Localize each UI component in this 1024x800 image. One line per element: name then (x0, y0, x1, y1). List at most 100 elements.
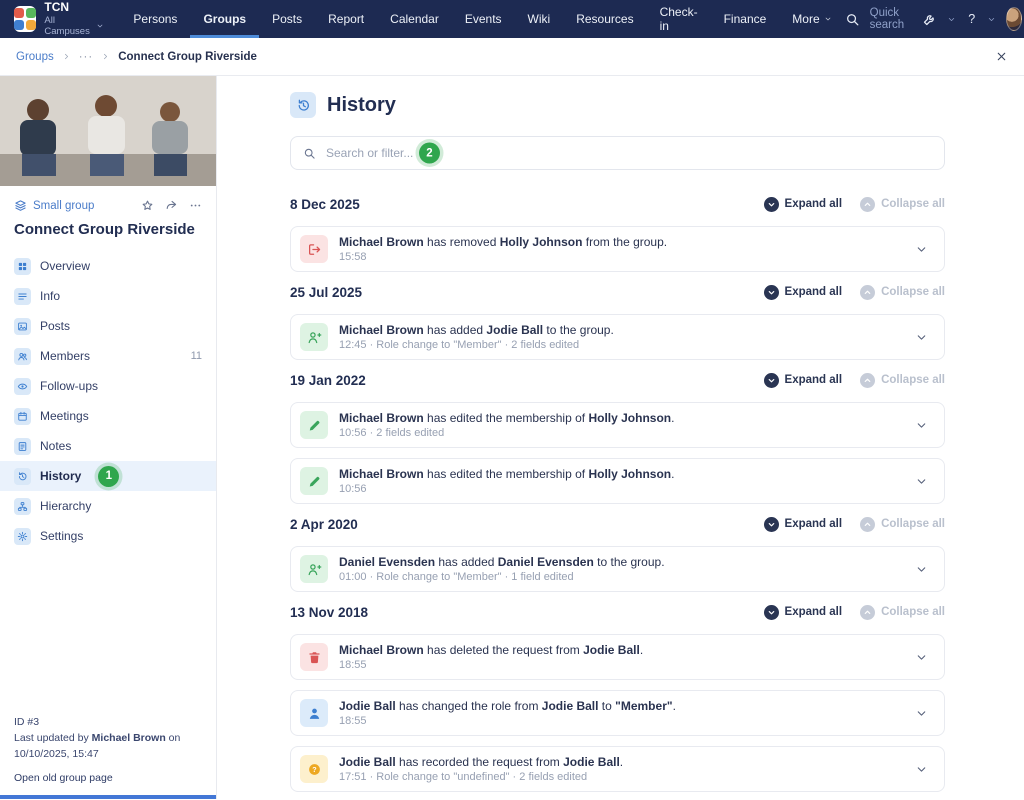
chevron-down-icon[interactable] (915, 475, 928, 488)
person-add-icon (300, 555, 328, 583)
topnav-item-check-in[interactable]: Check-in (647, 0, 711, 38)
sidebar-item-label: Info (40, 289, 60, 303)
history-icon (14, 468, 31, 485)
expand-all-button[interactable]: Expand all (764, 285, 843, 300)
topnav-item-more[interactable]: More (779, 0, 844, 38)
circle-chevron-up-icon (860, 605, 875, 620)
small-group-icon (14, 199, 27, 212)
topnav-item-calendar[interactable]: Calendar (377, 0, 452, 38)
ellipsis-icon[interactable] (189, 199, 202, 212)
circle-chevron-down-icon (764, 197, 779, 212)
group-type-row: Small group (0, 186, 216, 212)
chevron-down-icon[interactable] (915, 651, 928, 664)
pencil-icon (300, 411, 328, 439)
sidebar-nav: Overview Info PostsMembers11Follow-ups Meet… (0, 251, 216, 551)
expand-all-button[interactable]: Expand all (764, 517, 843, 532)
expand-all-button[interactable]: Expand all (764, 373, 843, 388)
date-group-controls: Expand all Collapse all (764, 373, 945, 388)
star-icon[interactable] (141, 199, 154, 212)
sidebar-item-meetings[interactable]: Meetings (0, 401, 216, 431)
share-icon[interactable] (165, 199, 178, 212)
sidebar-item-overview[interactable]: Overview (0, 251, 216, 281)
expand-all-label: Expand all (785, 374, 843, 386)
history-entry[interactable]: Daniel Evensden has added Daniel Evensde… (290, 546, 945, 592)
sidebar-item-info[interactable]: Info (0, 281, 216, 311)
chevron-down-icon[interactable] (915, 763, 928, 776)
topnav-item-events[interactable]: Events (452, 0, 515, 38)
history-entry[interactable]: Michael Brown has removed Holly Johnson … (290, 226, 945, 272)
collapse-all-button[interactable]: Collapse all (860, 373, 945, 388)
sidebar-item-label: Overview (40, 259, 90, 273)
topnav-item-posts[interactable]: Posts (259, 0, 315, 38)
sidebar-item-follow-ups[interactable]: Follow-ups (0, 371, 216, 401)
topnav-item-wiki[interactable]: Wiki (515, 0, 564, 38)
chevron-down-icon[interactable] (915, 331, 928, 344)
chevron-down-icon[interactable] (987, 15, 996, 24)
help-button[interactable]: ? (966, 12, 977, 26)
topnav-item-report[interactable]: Report (315, 0, 377, 38)
collapse-all-button[interactable]: Collapse all (860, 285, 945, 300)
chevron-down-icon[interactable] (947, 15, 956, 24)
circle-chevron-down-icon (764, 373, 779, 388)
collapse-all-button[interactable]: Collapse all (860, 197, 945, 212)
entry-text: Michael Brown has deleted the request fr… (339, 643, 643, 671)
campus-selector[interactable]: All Campuses (44, 15, 104, 37)
user-avatar[interactable] (1006, 7, 1022, 31)
date-group-controls: Expand all Collapse all (764, 285, 945, 300)
sidebar-item-posts[interactable]: Posts (0, 311, 216, 341)
chevron-down-icon[interactable] (915, 243, 928, 256)
history-entry[interactable]: Michael Brown has edited the membership … (290, 402, 945, 448)
entry-text: Michael Brown has removed Holly Johnson … (339, 235, 667, 263)
topnav-item-persons[interactable]: Persons (120, 0, 190, 38)
history-entry[interactable]: Michael Brown has added Jodie Ball to th… (290, 314, 945, 360)
search-icon (303, 147, 316, 160)
app-brand[interactable]: TCN All Campuses (14, 1, 104, 37)
group-id: ID #3 (14, 715, 206, 731)
chevron-down-icon[interactable] (915, 563, 928, 576)
group-type-label[interactable]: Small group (33, 200, 94, 212)
search-input[interactable] (324, 145, 932, 161)
topnav-item-label: Check-in (660, 5, 698, 33)
open-old-group-page-link[interactable]: Open old group page (14, 771, 206, 787)
expand-all-label: Expand all (785, 518, 843, 530)
breadcrumb: Groups ··· Connect Group Riverside (0, 38, 1024, 76)
quick-search[interactable]: Quick search (870, 7, 913, 31)
topnav-item-groups[interactable]: Groups (190, 0, 259, 38)
history-entry[interactable]: ?Jodie Ball has recorded the request fro… (290, 746, 945, 792)
tools-icon[interactable] (922, 12, 937, 27)
brand-name: TCN (44, 1, 104, 15)
sidebar-item-history[interactable]: History1 (0, 461, 216, 491)
svg-text:?: ? (312, 766, 316, 774)
breadcrumb-groups-link[interactable]: Groups (16, 51, 54, 63)
sidebar-item-hierarchy[interactable]: Hierarchy (0, 491, 216, 521)
group-photo (0, 76, 217, 186)
history-entry[interactable]: Michael Brown has deleted the request fr… (290, 634, 945, 680)
search-bar[interactable]: 2 (290, 136, 945, 170)
sidebar-item-notes[interactable]: Notes (0, 431, 216, 461)
close-icon[interactable] (995, 50, 1008, 63)
entry-meta: 15:58 (339, 251, 667, 263)
expand-all-label: Expand all (785, 286, 843, 298)
topnav-item-finance[interactable]: Finance (711, 0, 780, 38)
history-entry[interactable]: Michael Brown has edited the membership … (290, 458, 945, 504)
sidebar-item-settings[interactable]: Settings (0, 521, 216, 551)
sidebar-item-members[interactable]: Members11 (0, 341, 216, 371)
last-updated-date: 10/10/2025, 15:47 (14, 747, 206, 763)
topnav-item-resources[interactable]: Resources (563, 0, 646, 38)
campus-label: All Campuses (44, 15, 93, 37)
collapse-all-button[interactable]: Collapse all (860, 605, 945, 620)
expand-all-button[interactable]: Expand all (764, 197, 843, 212)
chevron-down-icon[interactable] (915, 707, 928, 720)
date-group-header: 8 Dec 2025Expand allCollapse all (290, 194, 945, 214)
history-date-group: 25 Jul 2025Expand allCollapse allMichael… (290, 282, 945, 360)
search-icon[interactable] (845, 12, 860, 27)
collapse-all-button[interactable]: Collapse all (860, 517, 945, 532)
topnav-item-label: Posts (272, 12, 302, 26)
sidebar-item-label: Meetings (40, 409, 89, 423)
breadcrumb-ellipsis[interactable]: ··· (79, 51, 94, 63)
topnav-item-label: Persons (133, 12, 177, 26)
history-entry[interactable]: Jodie Ball has changed the role from Jod… (290, 690, 945, 736)
chevron-down-icon[interactable] (915, 419, 928, 432)
expand-all-button[interactable]: Expand all (764, 605, 843, 620)
sidebar-item-label: Members (40, 349, 90, 363)
